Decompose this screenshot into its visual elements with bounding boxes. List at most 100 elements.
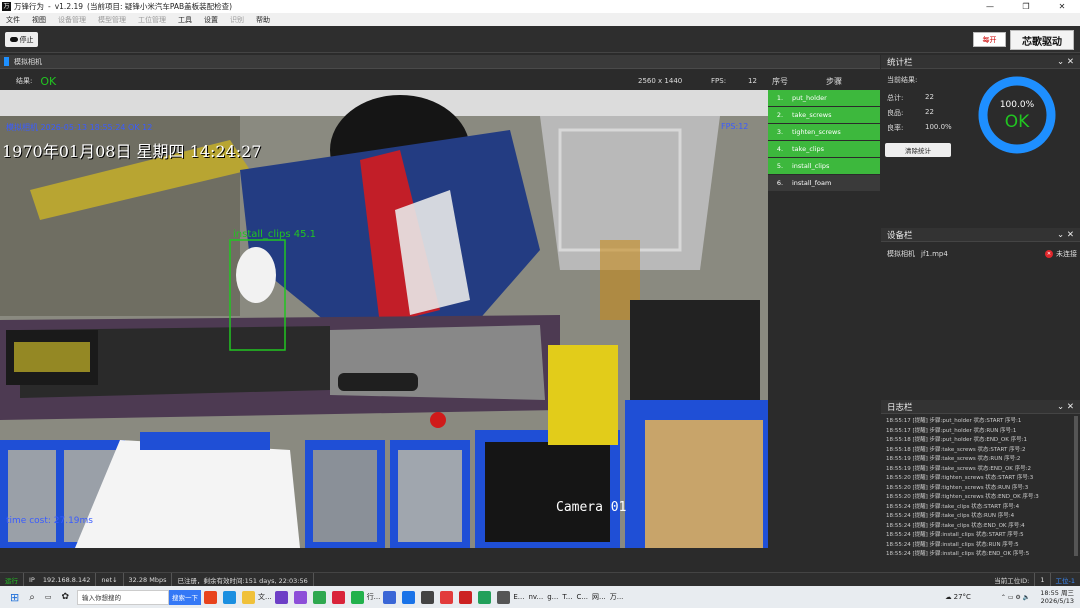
menu-station[interactable]: 工位管理 — [138, 15, 166, 25]
log-line: 18:55:17 [提醒] 步骤:put_holder 状态:RUN 序号:1 — [886, 427, 1017, 434]
menu-view[interactable]: 视图 — [32, 15, 46, 25]
close-button[interactable]: ✕ — [1044, 0, 1080, 13]
detection-label: install_clips 45.1 — [233, 229, 316, 240]
weather-icon[interactable]: ☁ — [945, 593, 952, 601]
collapse-icon[interactable]: ⌄ ✕ — [1057, 230, 1074, 240]
taskbar-app-label[interactable]: nv... — [528, 593, 543, 601]
panel-marker-icon — [4, 57, 9, 66]
collapse-icon[interactable]: ⌄ ✕ — [1057, 402, 1074, 412]
title-bar: 万 万锋行为 - v1.2.19 (当前项目: 疑锋小米汽车PAB盖板装配检查)… — [0, 0, 1080, 13]
taskbar-app-label[interactable]: g... — [547, 593, 558, 601]
app-icon: 万 — [2, 2, 11, 11]
vs-icon[interactable] — [293, 590, 307, 604]
taskbar-app-label[interactable]: 文... — [258, 592, 272, 602]
taskbar-clock[interactable]: 18:55 周三 2026/5/13 — [1040, 589, 1074, 605]
menu-device[interactable]: 设备管理 — [58, 15, 86, 25]
ip-info: IP 192.168.8.142 — [24, 572, 97, 587]
app-icon[interactable] — [350, 590, 364, 604]
step-row[interactable]: 1. put_holder — [768, 90, 880, 107]
log-line: 18:55:24 [提醒] 步骤:take_clips 状态:START 序号:… — [886, 503, 1020, 510]
app-icon[interactable] — [331, 590, 345, 604]
brand-logo-small: 每开 — [973, 32, 1006, 47]
windows-start-icon[interactable]: ⊞ — [10, 591, 19, 604]
fps-label: FPS: — [711, 77, 727, 85]
taskbar-app-label[interactable]: T... — [562, 593, 572, 601]
log-line: 18:55:24 [提醒] 步骤:take_clips 状态:RUN 序号:4 — [886, 513, 1015, 519]
taskbar-app-label[interactable]: 万... — [610, 592, 624, 602]
overlay-fps: FPS:12 — [721, 122, 749, 131]
app-icon[interactable] — [402, 590, 416, 604]
app-icon[interactable] — [383, 590, 397, 604]
app-icon[interactable] — [421, 590, 435, 604]
total-value: 22 — [925, 93, 934, 101]
ring-percent: 100.0% — [999, 100, 1035, 110]
log-panel: 日志栏 ⌄ ✕ 18:55:17 [提醒] 步骤:put_holder 状态:S… — [881, 400, 1080, 572]
log-line: 18:55:19 [提醒] 步骤:take_screws 状态:END_OK 序… — [886, 465, 1031, 472]
step-row[interactable]: 6. install_foam — [768, 175, 880, 192]
wechat-icon[interactable] — [478, 590, 492, 604]
task-view-icon[interactable]: ▭ — [45, 593, 52, 601]
ring-result: OK — [1004, 112, 1030, 132]
steps-header: 序号 步骤 — [768, 72, 880, 90]
app-icon[interactable] — [459, 590, 473, 604]
vs-icon[interactable] — [274, 590, 288, 604]
taskbar-app-label[interactable]: 行... — [367, 592, 381, 602]
step-row[interactable]: 3. tighten_screws — [768, 124, 880, 141]
device-row[interactable]: 模拟相机 jf1.mp4 ✕ 未连接 — [887, 248, 1077, 260]
app-icon[interactable] — [312, 590, 326, 604]
menu-help[interactable]: 帮助 — [256, 15, 270, 25]
taskbar-search-input[interactable]: 输入你想搜的 — [77, 589, 169, 605]
weather-temp[interactable]: 27°C — [954, 593, 971, 601]
log-line: 18:55:24 [提醒] 步骤:install_clips 状态:RUN 序号… — [886, 541, 1019, 548]
net-info: net↓ — [96, 572, 124, 587]
camera-view[interactable]: 模拟相机 2026-05-13 18:55:24 OK 12 1970年01月0… — [0, 90, 768, 548]
folder-icon[interactable] — [242, 590, 255, 604]
maximize-button[interactable]: ❐ — [1008, 0, 1044, 13]
log-scrollbar[interactable] — [1074, 416, 1078, 556]
stop-label: 停止 — [19, 35, 34, 44]
taskbar-app-label[interactable]: C... — [576, 593, 588, 601]
steps-header-no: 序号 — [772, 76, 788, 86]
search-icon[interactable]: ⌕ — [29, 592, 35, 603]
taskbar-app-label[interactable]: 网... — [592, 592, 606, 602]
run-state: 运行 — [0, 572, 24, 587]
tray-icons[interactable]: ⌃ ▭ ⚙ 🔈 — [1001, 594, 1030, 601]
app-icon[interactable] — [497, 590, 511, 604]
menu-settings[interactable]: 设置 — [204, 15, 218, 25]
device-header: 设备栏 ⌄ ✕ — [881, 228, 1080, 242]
app-icon[interactable] — [204, 590, 217, 604]
app-icon[interactable] — [440, 590, 454, 604]
log-list[interactable]: 18:55:17 [提醒] 步骤:put_holder 状态:START 序号:… — [881, 414, 1080, 570]
menu-tools[interactable]: 工具 — [178, 15, 192, 25]
current-result-label: 当前结果: — [887, 76, 918, 84]
edge-icon[interactable] — [223, 590, 236, 604]
app-version: v1.2.19 — [54, 2, 84, 11]
steps-header-step: 步骤 — [826, 76, 842, 86]
camera-panel-header: 模拟相机 — [0, 55, 880, 69]
device-title: 设备栏 — [887, 230, 913, 241]
stats-panel: 统计栏 ⌄ ✕ 当前结果: 总计: 22 良品: 22 良率: 100.0% 清… — [881, 55, 1080, 228]
step-row[interactable]: 4. take_clips — [768, 141, 880, 158]
log-line: 18:55:18 [提醒] 步骤:take_screws 状态:START 序号… — [886, 446, 1026, 453]
device-file: jf1.mp4 — [921, 250, 948, 258]
log-line: 18:55:24 [提醒] 步骤:take_clips 状态:END_OK 序号… — [886, 522, 1025, 529]
result-value: OK — [40, 74, 57, 88]
menu-recognize[interactable]: 识别 — [230, 15, 244, 25]
minimize-button[interactable]: — — [972, 0, 1008, 13]
good-label: 良品: — [887, 109, 904, 117]
taskbar-app-label[interactable]: E... — [513, 593, 524, 601]
menu-model[interactable]: 模型管理 — [98, 15, 126, 25]
taskbar-search-button[interactable]: 搜索一下 — [169, 589, 201, 605]
menu-file[interactable]: 文件 — [6, 15, 20, 25]
collapse-icon[interactable]: ⌄ ✕ — [1057, 57, 1074, 67]
resolution: 2560 x 1440 — [638, 77, 683, 85]
overlay-info: 模拟相机 2026-05-13 18:55:24 OK 12 — [6, 123, 153, 132]
fps-value: 12 — [748, 77, 757, 85]
step-row[interactable]: 5. install_clips — [768, 158, 880, 175]
time-cost: time cost: 27.19ms — [6, 516, 93, 526]
widget-icon[interactable]: ✿ — [61, 592, 69, 602]
log-line: 18:55:20 [提醒] 步骤:tighten_screws 状态:START… — [886, 475, 1034, 481]
step-row[interactable]: 2. take_screws — [768, 107, 880, 124]
stop-button[interactable]: 停止 — [5, 32, 38, 47]
clear-stats-button[interactable]: 清除统计 — [885, 143, 951, 157]
